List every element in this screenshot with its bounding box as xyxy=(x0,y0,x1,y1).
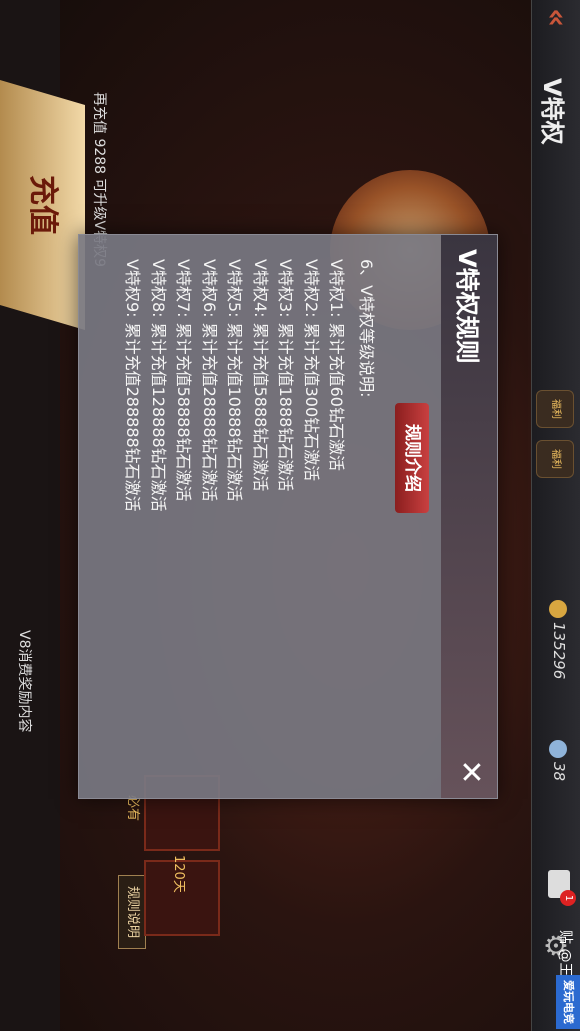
close-icon[interactable]: ✕ xyxy=(453,755,488,789)
watermark-logo: 爱玩电竞 xyxy=(556,975,580,1029)
dialog-header: V特权规则 ✕ xyxy=(441,235,497,798)
reward-tag: 120天 xyxy=(171,855,186,893)
rules-list: 6、V特权等级说明: V特权1: 累计充值60钻石激活 V特权2: 累计充值30… xyxy=(120,259,393,779)
recharge-button[interactable]: 充值 xyxy=(0,80,85,330)
list-item: V特权5: 累计充值10888钻石激活 xyxy=(225,259,245,502)
top-bar: « V特权 福利 福利 135296 38 1 ⚙ xyxy=(531,0,580,1031)
screen: « V特权 福利 福利 135296 38 1 ⚙ 规则说明 必有 120天 再… xyxy=(0,0,580,1031)
watermark-text: 贴 @王 xyxy=(557,930,573,977)
dialog-title: V特权规则 xyxy=(453,249,481,364)
v8-rewards-label[interactable]: V8消费奖励内容 xyxy=(15,630,35,732)
list-item: V特权6: 累计充值28888钻石激活 xyxy=(200,259,219,502)
coin-counter: 135296 xyxy=(549,600,568,679)
tab-rules-intro[interactable]: 规则介绍 xyxy=(395,403,429,513)
list-item: V特权1: 累计充值60钻石激活 xyxy=(327,259,347,471)
list-item: V特权9: 累计充值288888钻石激活 xyxy=(123,259,143,512)
back-button[interactable]: « xyxy=(539,8,574,27)
coin-icon xyxy=(549,600,568,618)
rules-heading: 6、V特权等级说明: xyxy=(357,259,376,398)
list-item: V特权8: 累计充值128888钻石激活 xyxy=(149,259,168,512)
gift-icon[interactable]: 福利 xyxy=(536,390,574,428)
rules-dialog: V特权规则 ✕ 规则介绍 6、V特权等级说明: V特权1: 累计充值60钻石激活… xyxy=(78,234,498,799)
rules-button[interactable]: 规则说明 xyxy=(118,875,146,949)
list-item: V特权3: 累计充值1888钻石激活 xyxy=(276,259,296,492)
gem-counter: 38 xyxy=(549,740,568,781)
gem-icon xyxy=(549,740,568,758)
list-item: V特权7: 累计充值58888钻石激活 xyxy=(174,259,194,502)
page-title: V特权 xyxy=(538,78,566,145)
benefit-icon[interactable]: 福利 xyxy=(536,440,574,478)
list-item: V特权4: 累计充值5888钻石激活 xyxy=(251,259,270,492)
list-item: V特权2: 累计充值300钻石激活 xyxy=(302,259,321,482)
mail-badge: 1 xyxy=(560,890,576,906)
game-canvas: « V特权 福利 福利 135296 38 1 ⚙ 规则说明 必有 120天 再… xyxy=(0,0,580,1031)
